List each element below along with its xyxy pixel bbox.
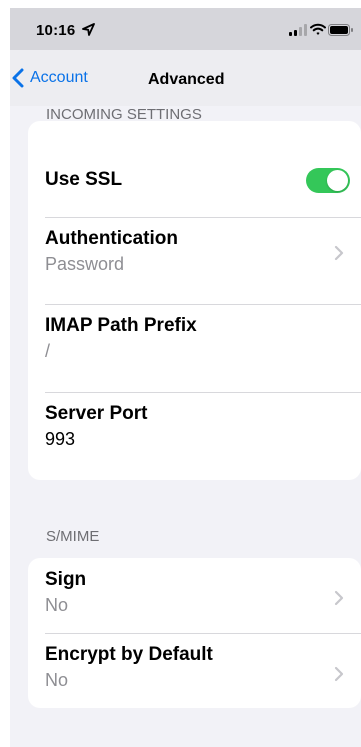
- back-button[interactable]: Account: [12, 66, 88, 90]
- chevron-left-icon: [12, 68, 24, 88]
- authentication-label: Authentication: [45, 228, 178, 249]
- status-bar: 10:16: [10, 8, 361, 50]
- encrypt-by-default-value: No: [45, 670, 69, 690]
- smime-header: S/MIME: [46, 528, 100, 545]
- cellular-signal-icon: [289, 24, 307, 36]
- server-port-label: Server Port: [45, 403, 148, 424]
- server-port-row[interactable]: Server Port 993: [28, 392, 361, 480]
- screen: 10:16 Account Advanced INCOMING SETTINGS…: [0, 0, 361, 747]
- chevron-right-icon: [334, 245, 344, 261]
- imap-path-prefix-label: IMAP Path Prefix: [45, 315, 197, 336]
- authentication-value: Password: [45, 254, 125, 274]
- back-button-label: Account: [30, 69, 88, 86]
- chevron-right-icon: [334, 666, 344, 682]
- status-time: 10:16: [36, 22, 76, 39]
- imap-path-prefix-field[interactable]: /: [45, 340, 50, 362]
- use-ssl-label: Use SSL: [45, 169, 123, 190]
- page-title: Advanced: [148, 71, 225, 88]
- use-ssl-row: Use SSL: [28, 121, 361, 217]
- incoming-settings-group: Use SSL Authentication Password IMAP Pat…: [28, 121, 361, 480]
- sign-row[interactable]: Sign No: [28, 558, 361, 633]
- imap-path-prefix-row[interactable]: IMAP Path Prefix /: [28, 304, 361, 392]
- encrypt-by-default-label: Encrypt by Default: [45, 644, 213, 665]
- authentication-row[interactable]: Authentication Password: [28, 217, 361, 304]
- sign-value: No: [45, 595, 69, 615]
- mail-advanced-settings-screen: 10:16 Account Advanced INCOMING SETTINGS…: [10, 8, 361, 747]
- location-arrow-icon: [82, 23, 95, 36]
- sign-label: Sign: [45, 569, 87, 590]
- wifi-icon: [310, 23, 326, 35]
- server-port-field[interactable]: 993: [45, 428, 75, 450]
- smime-group: Sign No Encrypt by Default No: [28, 558, 361, 708]
- toggle-knob: [327, 170, 348, 191]
- battery-icon: [328, 24, 353, 36]
- use-ssl-toggle[interactable]: [306, 168, 350, 193]
- chevron-right-icon: [334, 590, 344, 606]
- navigation-bar: Account Advanced: [10, 50, 361, 106]
- encrypt-by-default-row[interactable]: Encrypt by Default No: [28, 633, 361, 708]
